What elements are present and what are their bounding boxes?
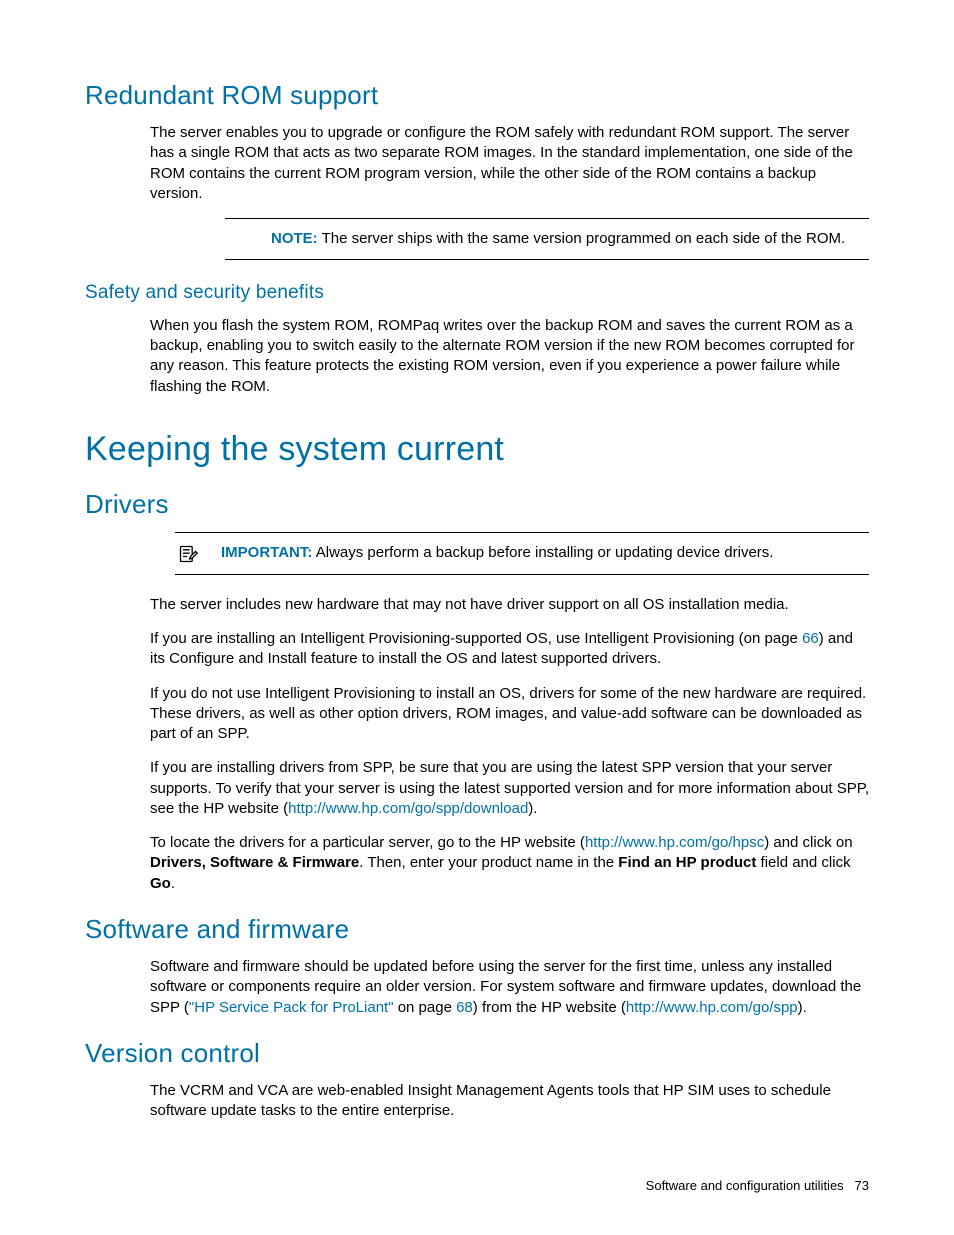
note-icon-col <box>225 229 251 230</box>
heading-safety: Safety and security benefits <box>85 280 869 306</box>
heading-software-firmware: Software and firmware <box>85 912 869 947</box>
note-box: NOTE: The server ships with the same ver… <box>225 218 869 260</box>
section-body: Software and firmware should be updated … <box>150 957 869 1018</box>
note-text: NOTE: The server ships with the same ver… <box>271 229 869 249</box>
text-run: . Then, enter your product name in the <box>359 854 618 871</box>
document-page: Redundant ROM support The server enables… <box>0 0 954 1235</box>
footer-text: Software and configuration utilities <box>646 1178 844 1193</box>
text-run: ) from the HP website ( <box>473 999 626 1016</box>
text-run: ). <box>528 800 537 817</box>
text-run: on page <box>394 999 457 1016</box>
note-label: NOTE: <box>271 230 318 247</box>
heading-drivers: Drivers <box>85 487 869 522</box>
important-body-text: Always perform a backup before installin… <box>316 544 774 561</box>
text-run: ). <box>798 999 807 1016</box>
bold-run: Go <box>150 875 171 892</box>
url-link[interactable]: http://www.hp.com/go/hpsc <box>585 834 764 851</box>
section-body: The server includes new hardware that ma… <box>150 595 869 894</box>
page-link[interactable]: 68 <box>456 999 473 1016</box>
important-label: IMPORTANT: <box>221 544 312 561</box>
page-link[interactable]: 66 <box>802 630 819 647</box>
paragraph: Software and firmware should be updated … <box>150 957 869 1018</box>
paragraph: If you are installing drivers from SPP, … <box>150 758 869 819</box>
paragraph: The server includes new hardware that ma… <box>150 595 869 615</box>
pencil-note-icon <box>178 544 198 564</box>
text-run: To locate the drivers for a particular s… <box>150 834 585 851</box>
paragraph: The server enables you to upgrade or con… <box>150 123 869 204</box>
bold-run: Find an HP product <box>618 854 756 871</box>
text-run: ) and click on <box>764 834 852 851</box>
heading-keeping: Keeping the system current <box>85 427 869 473</box>
xref-link[interactable]: "HP Service Pack for ProLiant" <box>189 999 394 1016</box>
important-box: IMPORTANT: Always perform a backup befor… <box>175 532 869 575</box>
page-footer: Software and configuration utilities 73 <box>646 1177 869 1195</box>
section-body: The server enables you to upgrade or con… <box>150 123 869 204</box>
note-body-text: The server ships with the same version p… <box>322 230 846 247</box>
important-text: IMPORTANT: Always perform a backup befor… <box>221 543 869 563</box>
paragraph: To locate the drivers for a particular s… <box>150 833 869 894</box>
text-run: If you are installing an Intelligent Pro… <box>150 630 802 647</box>
paragraph: When you flash the system ROM, ROMPaq wr… <box>150 316 869 397</box>
paragraph: If you are installing an Intelligent Pro… <box>150 629 869 670</box>
footer-page-number: 73 <box>855 1178 869 1193</box>
url-link[interactable]: http://www.hp.com/go/spp <box>626 999 798 1016</box>
section-body: When you flash the system ROM, ROMPaq wr… <box>150 316 869 397</box>
paragraph: If you do not use Intelligent Provisioni… <box>150 684 869 745</box>
text-run: field and click <box>756 854 850 871</box>
heading-version-control: Version control <box>85 1036 869 1071</box>
important-icon-col <box>175 543 201 564</box>
paragraph: The VCRM and VCA are web-enabled Insight… <box>150 1081 869 1122</box>
section-body: The VCRM and VCA are web-enabled Insight… <box>150 1081 869 1122</box>
bold-run: Drivers, Software & Firmware <box>150 854 359 871</box>
heading-redundant-rom: Redundant ROM support <box>85 78 869 113</box>
url-link[interactable]: http://www.hp.com/go/spp/download <box>288 800 528 817</box>
text-run: . <box>171 875 175 892</box>
